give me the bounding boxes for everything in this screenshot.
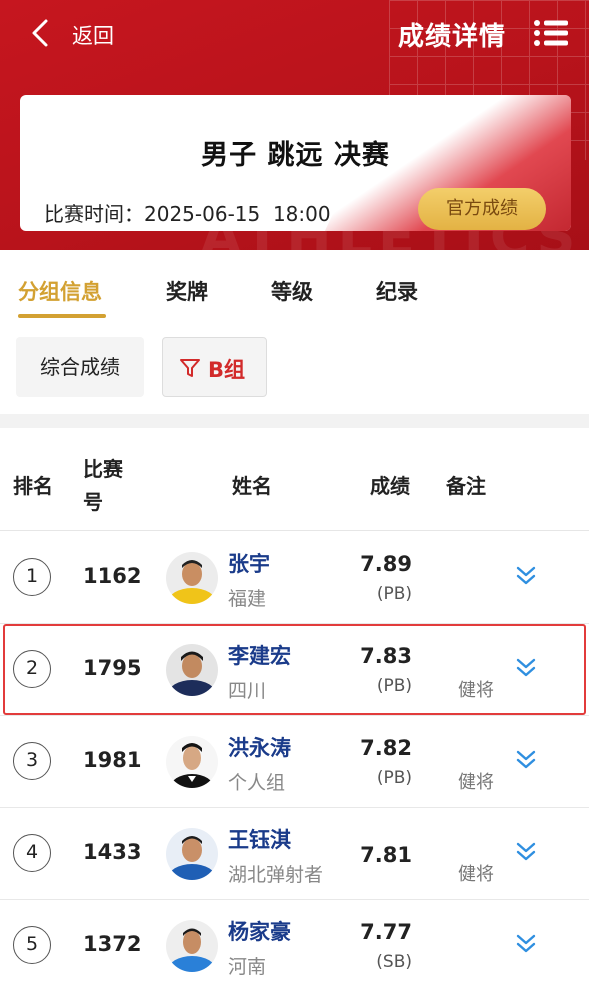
athlete-avatar-icon: [166, 644, 218, 696]
table-row[interactable]: 2 1795 李建宏 四川 7.83 (PB) 健将: [0, 624, 589, 716]
result-note: 健将: [458, 772, 494, 793]
athlete-avatar-icon: [166, 920, 218, 972]
table-row[interactable]: 4 1433 王钰淇 湖北弹射者 7.81 健将: [0, 808, 589, 900]
double-chevron-down-icon[interactable]: [514, 840, 538, 864]
athlete-avatar-icon: [166, 828, 218, 880]
result-tag: (PB): [376, 676, 412, 696]
tab-medals[interactable]: 奖牌: [166, 276, 208, 306]
table-row[interactable]: 5 1372 杨家豪 河南 7.77 (SB): [0, 900, 589, 992]
athlete-team: 四川: [228, 680, 267, 702]
col-header-bib-line1: 比赛: [83, 457, 123, 481]
bib-number: 1981: [83, 748, 142, 772]
col-header-rank: 排名: [13, 474, 53, 498]
col-header-bib-line2: 号: [83, 490, 103, 514]
rank-badge: 2: [13, 650, 51, 688]
rank-badge: 1: [13, 558, 51, 596]
result-mark: 7.89: [360, 552, 412, 576]
bib-number: 1372: [83, 932, 142, 956]
athlete-team: 福建: [228, 588, 267, 610]
athlete-team: 个人组: [228, 772, 286, 794]
header-divider: [0, 530, 589, 531]
result-mark: 7.77: [360, 920, 412, 944]
col-header-result: 成绩: [370, 474, 410, 498]
group-filter-label: B组: [208, 358, 246, 382]
rank-badge: 4: [13, 834, 51, 872]
athlete-name[interactable]: 李建宏: [228, 640, 291, 670]
athlete-name[interactable]: 杨家豪: [228, 916, 291, 946]
double-chevron-down-icon[interactable]: [514, 932, 538, 956]
menu-list-icon[interactable]: [534, 20, 568, 46]
tab-group-info[interactable]: 分组信息: [18, 276, 102, 306]
section-divider: [0, 414, 589, 428]
result-mark: 7.83: [360, 644, 412, 668]
table-row[interactable]: 1 1162 张宇 福建 7.89 (PB): [0, 532, 589, 624]
result-mark: 7.82: [360, 736, 412, 760]
event-time-value: 2025-06-15 18:00: [144, 202, 331, 226]
overall-results-button[interactable]: 综合成绩: [16, 337, 144, 397]
funnel-icon: [180, 359, 200, 377]
athlete-name[interactable]: 洪永涛: [228, 732, 291, 762]
back-chevron-icon[interactable]: [28, 18, 52, 48]
event-card: 男子 跳远 决赛 比赛时间：2025-06-15 18:00 官方成绩: [20, 95, 571, 231]
header-banner: ATHLETICS 返回 成绩详情 男子 跳远 决赛 比赛时间：2025-06-…: [0, 0, 589, 250]
athlete-name[interactable]: 王钰淇: [228, 824, 291, 854]
bib-number: 1795: [83, 656, 142, 680]
bib-number: 1162: [83, 564, 142, 588]
athlete-team: 湖北弹射者: [228, 864, 324, 886]
rank-badge: 5: [13, 926, 51, 964]
back-button[interactable]: 返回: [72, 20, 114, 50]
event-title: 男子 跳远 决赛: [201, 140, 390, 171]
tab-records[interactable]: 纪录: [376, 276, 418, 306]
col-header-note: 备注: [446, 474, 486, 498]
active-tab-indicator: [18, 314, 106, 318]
athlete-team: 河南: [228, 956, 267, 978]
result-tag: (PB): [376, 584, 412, 604]
athlete-avatar-icon: [166, 736, 218, 788]
result-tag: (SB): [376, 952, 412, 972]
bib-number: 1433: [83, 840, 142, 864]
event-time-label: 比赛时间：: [44, 202, 144, 226]
result-mark: 7.81: [360, 843, 412, 867]
athlete-name[interactable]: 张宇: [228, 548, 270, 578]
table-row[interactable]: 3 1981 洪永涛 个人组 7.82 (PB) 健将: [0, 716, 589, 808]
tab-levels[interactable]: 等级: [271, 276, 313, 306]
double-chevron-down-icon[interactable]: [514, 748, 538, 772]
result-tag: (PB): [376, 768, 412, 788]
official-results-button[interactable]: 官方成绩: [418, 188, 546, 230]
result-note: 健将: [458, 680, 494, 701]
rank-badge: 3: [13, 742, 51, 780]
double-chevron-down-icon[interactable]: [514, 656, 538, 680]
tab-bar: 分组信息 奖牌 等级 纪录: [0, 262, 589, 322]
result-note: 健将: [458, 864, 494, 885]
athlete-avatar-icon: [166, 552, 218, 604]
page-title: 成绩详情: [398, 22, 507, 52]
col-header-name: 姓名: [232, 474, 272, 498]
group-filter-button[interactable]: B组: [162, 337, 267, 397]
event-time: 比赛时间：2025-06-15 18:00: [44, 198, 331, 227]
double-chevron-down-icon[interactable]: [514, 564, 538, 588]
